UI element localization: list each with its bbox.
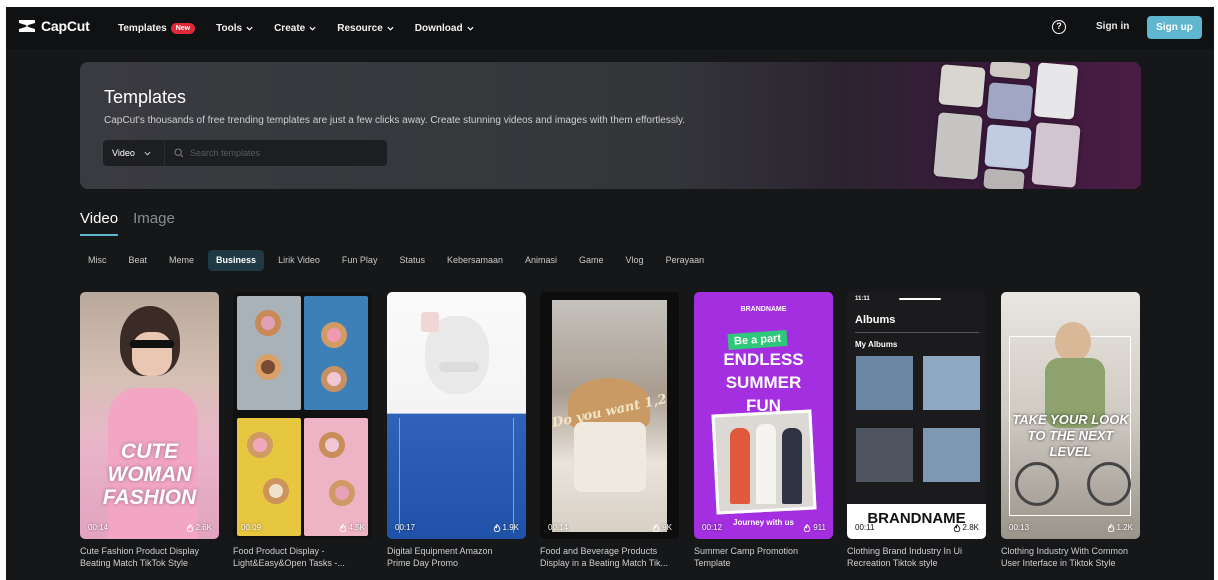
template-title: Food and Beverage Products Display in a … [540, 546, 669, 568]
duration-label: 00:14 [88, 523, 109, 532]
flame-icon [186, 523, 193, 532]
nav-tools[interactable]: Tools [216, 23, 253, 34]
capcut-logo[interactable]: CapCut [18, 18, 90, 34]
template-card[interactable]: BRANDNAME Be a part ENDLESS SUMMER FUN J… [694, 292, 833, 569]
category-animasi[interactable]: Animasi [517, 250, 565, 271]
media-type-dropdown[interactable]: Video [103, 140, 165, 166]
duration-label: 00:11 [855, 523, 875, 532]
template-title: Digital Equipment Amazon Prime Day Promo [387, 546, 493, 568]
new-badge: New [170, 22, 196, 34]
usage-count: 1.9K [493, 523, 519, 532]
tab-image[interactable]: Image [133, 210, 175, 236]
templates-hero-banner: Templates CapCut's thousands of free tre… [80, 62, 1141, 189]
thumbnail-headline: ENDLESS SUMMER FUN [723, 350, 804, 415]
page-title: Templates [104, 87, 187, 107]
category-business[interactable]: Business [208, 250, 265, 271]
usage-count: 1.2K [1107, 523, 1133, 532]
category-misc[interactable]: Misc [80, 250, 115, 271]
template-thumbnail[interactable]: 00:17 1.9K [387, 292, 526, 539]
template-search-bar: Video [103, 140, 387, 166]
media-tabs: Video Image [80, 210, 175, 236]
usage-count: 2.6K [186, 523, 212, 532]
question-circle-icon[interactable]: ? [1052, 20, 1066, 34]
flame-icon [339, 523, 346, 532]
app-window: CapCut Templates New Tools Create Resour… [6, 7, 1214, 580]
chevron-down-icon [144, 151, 151, 156]
template-thumbnail[interactable]: BRANDNAME Be a part ENDLESS SUMMER FUN J… [694, 292, 833, 539]
tab-video[interactable]: Video [80, 210, 119, 236]
template-card[interactable]: Do you want 1,2 00:14 9K Food and Bevera… [540, 292, 679, 569]
template-card[interactable]: 00:17 1.9K Digital Equipment Amazon Prim… [387, 292, 526, 569]
nav-create-label: Create [274, 22, 306, 34]
usage-count: 2.8K [953, 523, 979, 532]
template-title: Clothing Industry With Common User Inter… [1001, 546, 1129, 568]
template-thumbnail[interactable]: CUTE WOMAN FASHION 00:14 2.6K [80, 292, 219, 539]
chevron-down-icon [246, 26, 253, 31]
category-status[interactable]: Status [391, 250, 433, 271]
hero-template-collage [928, 62, 1141, 189]
duration-label: 00:17 [395, 523, 416, 532]
category-kebersamaan[interactable]: Kebersamaan [439, 250, 511, 271]
category-fun-play[interactable]: Fun Play [334, 250, 386, 271]
template-title: Food Product Display - Light&Easy&Open T… [233, 546, 345, 568]
template-title: Summer Camp Promotion Template [694, 546, 799, 568]
category-perayaan[interactable]: Perayaan [658, 250, 713, 271]
thumbnail-myalbums-label: My Albums [855, 340, 898, 349]
nav-templates[interactable]: Templates New [118, 22, 196, 34]
thumbnail-overlay-text: CUTE WOMAN FASHION [102, 440, 197, 509]
nav-download-label: Download [414, 22, 463, 34]
template-thumbnail[interactable]: Do you want 1,2 00:14 9K [540, 292, 679, 539]
category-lirik-video[interactable]: Lirik Video [270, 250, 328, 271]
nav-templates-label: Templates [118, 22, 167, 34]
brand-name: CapCut [41, 18, 90, 34]
flame-icon [803, 523, 811, 532]
chevron-down-icon [309, 26, 316, 31]
flame-icon [652, 523, 660, 532]
duration-label: 00:13 [1009, 523, 1030, 532]
flame-icon [953, 523, 960, 532]
usage-count: 9K [652, 523, 672, 532]
chevron-down-icon [387, 26, 394, 31]
duration-label: 00:14 [548, 523, 569, 532]
template-thumbnail[interactable]: 00:09 4.5K [233, 292, 372, 539]
chevron-down-icon [467, 26, 474, 31]
media-type-value: Video [112, 148, 135, 158]
category-beat[interactable]: Beat [121, 250, 156, 271]
thumbnail-brand-text: BRANDNAME [740, 306, 787, 313]
thumbnail-status-time: 11:11 [855, 296, 870, 302]
sign-in-link[interactable]: Sign in [1096, 21, 1129, 32]
usage-count: 4.5K [339, 523, 365, 532]
template-thumbnail[interactable]: TAKE YOUR LOOK TO THE NEXT LEVEL 00:13 1… [1001, 292, 1140, 539]
search-icon [174, 148, 184, 158]
category-meme[interactable]: Meme [161, 250, 202, 271]
template-card[interactable]: 00:09 4.5K Food Product Display - Light&… [233, 292, 372, 569]
search-input[interactable] [190, 148, 370, 158]
nav-create[interactable]: Create [274, 23, 316, 34]
thumbnail-albums-heading: Albums [855, 314, 896, 326]
thumbnail-overlay-text: TAKE YOUR LOOK TO THE NEXT LEVEL [1012, 412, 1129, 459]
flame-icon [1107, 523, 1114, 532]
top-navbar: CapCut Templates New Tools Create Resour… [6, 7, 1214, 49]
capcut-logo-icon [18, 18, 36, 34]
category-filter-bar: Misc Beat Meme Business Lirik Video Fun … [80, 250, 712, 271]
nav-resource[interactable]: Resource [337, 23, 394, 34]
template-card[interactable]: 11:11 Albums My Albums BRANDNAME 00:11 2… [847, 292, 986, 569]
category-game[interactable]: Game [571, 250, 612, 271]
nav-download[interactable]: Download [415, 23, 474, 34]
template-card[interactable]: TAKE YOUR LOOK TO THE NEXT LEVEL 00:13 1… [1001, 292, 1140, 569]
template-card[interactable]: CUTE WOMAN FASHION 00:14 2.6K Cute Fashi… [80, 292, 219, 569]
template-title: Cute Fashion Product Display Beating Mat… [80, 546, 200, 568]
usage-count: 911 [803, 523, 826, 532]
category-vlog[interactable]: Vlog [618, 250, 652, 271]
flame-icon [493, 523, 500, 532]
main-nav: Templates New Tools Create Resource Down… [118, 7, 495, 49]
sign-up-button[interactable]: Sign up [1147, 16, 1202, 39]
duration-label: 00:09 [241, 523, 262, 532]
page-subtitle: CapCut's thousands of free trending temp… [104, 115, 686, 126]
duration-label: 00:12 [702, 523, 723, 532]
nav-tools-label: Tools [216, 22, 243, 34]
template-thumbnail[interactable]: 11:11 Albums My Albums BRANDNAME 00:11 2… [847, 292, 986, 539]
template-title: Clothing Brand Industry In Ui Recreation… [847, 546, 963, 568]
nav-resource-label: Resource [337, 22, 383, 34]
